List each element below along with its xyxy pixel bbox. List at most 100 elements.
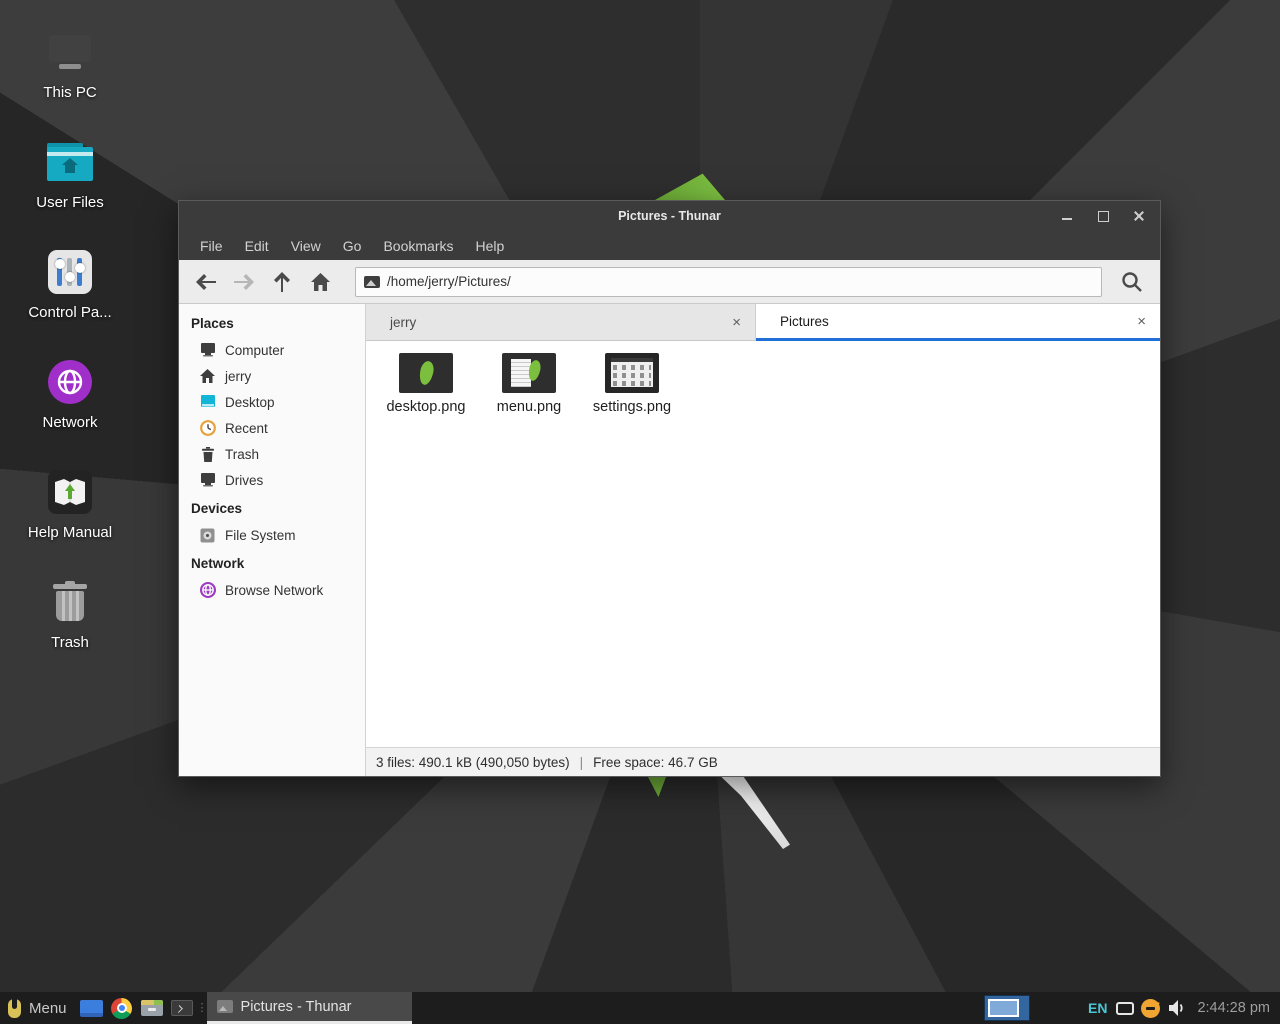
volume-icon[interactable] [1169, 1000, 1187, 1016]
task-button-label: Pictures - Thunar [241, 999, 352, 1015]
desktop-icon-trash[interactable]: Trash [20, 578, 120, 651]
tasklist-handle: ⋮ [197, 1004, 207, 1013]
laptop-icon [46, 28, 94, 76]
image-thumbnail [605, 353, 659, 393]
desktop-icon-label: User Files [36, 194, 104, 211]
file-name: desktop.png [386, 399, 465, 415]
tab-jerry[interactable]: jerry × [366, 304, 756, 341]
sidebar-item-label: Desktop [225, 395, 275, 410]
hard-disk-icon [199, 527, 216, 544]
menu-view[interactable]: View [280, 231, 332, 260]
keyboard-icon[interactable] [1116, 1002, 1134, 1015]
sidebar-header-network: Network [179, 548, 365, 577]
back-arrow-icon [196, 274, 216, 290]
desktop-icon-this-pc[interactable]: This PC [20, 28, 120, 101]
sidebar-item-browse-network[interactable]: Browse Network [179, 577, 365, 603]
menu-file[interactable]: File [189, 231, 234, 260]
file-manager-launcher[interactable] [137, 992, 167, 1024]
file-cabinet-icon [141, 1000, 163, 1016]
desktop-icon-help-manual[interactable]: Help Manual [20, 468, 120, 541]
menu-help[interactable]: Help [465, 231, 516, 260]
sidebar-item-label: Browse Network [225, 583, 323, 598]
sidebar-header-places: Places [179, 308, 365, 337]
taskbar: Menu ⋮ Pictures - Thunar EN 2:44:28 pm [0, 992, 1280, 1024]
forward-arrow-icon [234, 274, 254, 290]
trash-icon [199, 446, 216, 463]
status-separator: | [580, 755, 584, 770]
sidebar-item-desktop[interactable]: Desktop [179, 389, 365, 415]
sidebar-item-label: Trash [225, 447, 259, 462]
menu-button[interactable]: Menu [0, 992, 77, 1024]
desktop-icon-label: Network [42, 414, 97, 431]
tab-close-icon[interactable]: × [1135, 313, 1148, 330]
menubar: File Edit View Go Bookmarks Help [179, 231, 1160, 260]
desktop-icon-network[interactable]: Network [20, 358, 120, 431]
sidebar-item-recent[interactable]: Recent [179, 415, 365, 441]
desktop-icon-label: Control Pa... [28, 304, 111, 321]
sidebar-item-label: Computer [225, 343, 284, 358]
tab-close-icon[interactable]: × [730, 314, 743, 331]
recent-clock-icon [199, 420, 216, 437]
image-file-icon [364, 276, 380, 288]
desktop-icon-label: Trash [51, 634, 89, 651]
path-field[interactable] [355, 267, 1102, 297]
up-button[interactable] [265, 266, 299, 298]
file-settings-png[interactable]: settings.png [584, 353, 680, 415]
image-thumbnail [502, 353, 556, 393]
tab-bar: jerry × Pictures × [366, 304, 1160, 341]
keyboard-layout-indicator[interactable]: EN [1088, 1000, 1107, 1016]
sidebar-header-devices: Devices [179, 493, 365, 522]
tab-label: jerry [390, 315, 730, 330]
file-desktop-png[interactable]: desktop.png [378, 353, 474, 415]
search-button[interactable] [1114, 265, 1150, 299]
task-button-thunar[interactable]: Pictures - Thunar [207, 992, 412, 1024]
desktop-icon-label: Help Manual [28, 524, 112, 541]
sidebar-item-label: File System [225, 528, 296, 543]
back-button[interactable] [189, 266, 223, 298]
desktop-icon-user-files[interactable]: User Files [20, 138, 120, 211]
desktop-screen-icon [199, 394, 216, 411]
file-view[interactable]: desktop.png menu.png settings.png [366, 341, 1160, 747]
menu-bookmarks[interactable]: Bookmarks [372, 231, 464, 260]
show-desktop-button[interactable] [77, 992, 107, 1024]
forward-button[interactable] [227, 266, 261, 298]
sidebar-item-jerry[interactable]: jerry [179, 363, 365, 389]
file-name: menu.png [497, 399, 562, 415]
sidebar-item-label: Drives [225, 473, 263, 488]
menu-edit[interactable]: Edit [234, 231, 280, 260]
close-icon[interactable] [1132, 209, 1146, 223]
show-desktop-icon [80, 1000, 103, 1017]
network-globe-icon [46, 358, 94, 406]
thunar-window: Pictures - Thunar File Edit View Go Book… [178, 200, 1161, 777]
image-window-icon [217, 1000, 233, 1013]
window-title: Pictures - Thunar [179, 209, 1160, 223]
menu-go[interactable]: Go [332, 231, 373, 260]
workspace-switcher[interactable] [984, 995, 1030, 1021]
trash-icon [46, 578, 94, 626]
sidebar-item-label: jerry [225, 369, 251, 384]
update-manager-icon[interactable] [1141, 999, 1160, 1018]
terminal-icon [171, 1000, 193, 1016]
control-panel-icon [46, 248, 94, 296]
desktop-icon-control-panel[interactable]: Control Pa... [20, 248, 120, 321]
minimize-icon[interactable] [1060, 209, 1074, 223]
tab-pictures[interactable]: Pictures × [756, 304, 1160, 341]
active-workspace [988, 999, 1019, 1017]
status-bar: 3 files: 490.1 kB (490,050 bytes) | Free… [366, 747, 1160, 776]
desktop-icon-label: This PC [43, 84, 96, 101]
browser-launcher[interactable] [107, 992, 137, 1024]
image-thumbnail [399, 353, 453, 393]
sidebar-item-computer[interactable]: Computer [179, 337, 365, 363]
window-controls [1060, 209, 1160, 223]
file-menu-png[interactable]: menu.png [481, 353, 577, 415]
chrome-icon [111, 998, 132, 1019]
sidebar-item-drives[interactable]: Drives [179, 467, 365, 493]
home-button[interactable] [303, 266, 337, 298]
maximize-icon[interactable] [1096, 209, 1110, 223]
clock[interactable]: 2:44:28 pm [1197, 1000, 1280, 1016]
terminal-launcher[interactable] [167, 992, 197, 1024]
sidebar-item-file-system[interactable]: File System [179, 522, 365, 548]
window-titlebar[interactable]: Pictures - Thunar [179, 201, 1160, 231]
path-input[interactable] [387, 274, 1093, 289]
sidebar-item-trash[interactable]: Trash [179, 441, 365, 467]
